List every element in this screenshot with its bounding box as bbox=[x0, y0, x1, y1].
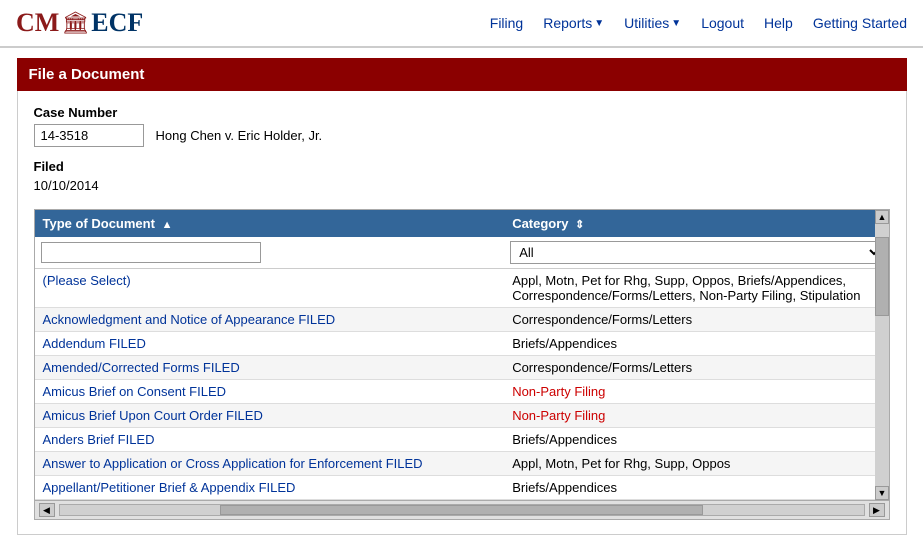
filter-row: All bbox=[35, 237, 889, 269]
table-row: (Please Select) Appl, Motn, Pet for Rhg, … bbox=[35, 269, 889, 308]
scroll-thumb bbox=[220, 505, 702, 515]
doc-type-link[interactable]: (Please Select) bbox=[43, 273, 131, 288]
table-row: Answer to Application or Cross Applicati… bbox=[35, 452, 889, 476]
scroll-down-button[interactable]: ▼ bbox=[875, 486, 889, 500]
doc-type-cell: Amicus Brief Upon Court Order FILED bbox=[35, 404, 505, 428]
right-scroll-thumb bbox=[875, 237, 889, 316]
table-wrapper: Type of Document ▲ Category ⇕ bbox=[35, 210, 889, 500]
nav-logout[interactable]: Logout bbox=[701, 15, 744, 31]
category-select-wrapper: All bbox=[510, 241, 882, 264]
table-row: Appellant/Petitioner Brief & Appendix FI… bbox=[35, 476, 889, 500]
horizontal-scrollbar: ◀ ▶ bbox=[35, 500, 889, 519]
table-row: Amended/Corrected Forms FILED Corresponde… bbox=[35, 356, 889, 380]
doc-category-cell: Correspondence/Forms/Letters bbox=[504, 356, 888, 380]
main-nav: Filing Reports ▼ Utilities ▼ Logout Help… bbox=[490, 15, 907, 31]
nav-filing[interactable]: Filing bbox=[490, 15, 523, 31]
col-type-header[interactable]: Type of Document ▲ bbox=[35, 210, 505, 237]
logo-ecf: ECF bbox=[91, 8, 143, 38]
type-search-input[interactable] bbox=[41, 242, 261, 263]
table-row: Amicus Brief Upon Court Order FILED Non-P… bbox=[35, 404, 889, 428]
filed-section: Filed 10/10/2014 bbox=[34, 159, 890, 193]
col2-sort-icon: ⇕ bbox=[575, 219, 584, 231]
doc-type-link[interactable]: Answer to Application or Cross Applicati… bbox=[43, 456, 423, 471]
case-number-input[interactable] bbox=[34, 124, 144, 147]
doc-type-link[interactable]: Appellant/Petitioner Brief & Appendix FI… bbox=[43, 480, 296, 495]
doc-type-link[interactable]: Amicus Brief on Consent FILED bbox=[43, 384, 227, 399]
nav-getting-started[interactable]: Getting Started bbox=[813, 15, 907, 31]
document-table-container: Type of Document ▲ Category ⇕ bbox=[34, 209, 890, 520]
nav-help[interactable]: Help bbox=[764, 15, 793, 31]
case-number-row: Hong Chen v. Eric Holder, Jr. bbox=[34, 124, 890, 147]
document-table-body: (Please Select) Appl, Motn, Pet for Rhg, … bbox=[35, 269, 889, 500]
logo-icon: 🏛 bbox=[61, 10, 89, 36]
doc-type-cell: Amended/Corrected Forms FILED bbox=[35, 356, 505, 380]
doc-category-cell: Correspondence/Forms/Letters bbox=[504, 308, 888, 332]
case-number-label: Case Number bbox=[34, 105, 890, 120]
filed-label: Filed bbox=[34, 159, 890, 174]
doc-type-link[interactable]: Anders Brief FILED bbox=[43, 432, 155, 447]
doc-category-link[interactable]: Non-Party Filing bbox=[512, 408, 605, 423]
table-row: Acknowledgment and Notice of Appearance … bbox=[35, 308, 889, 332]
right-scrollbar[interactable]: ▲ ▼ bbox=[875, 210, 889, 500]
doc-type-cell: Appellant/Petitioner Brief & Appendix FI… bbox=[35, 476, 505, 500]
logo: CM 🏛 ECF bbox=[16, 8, 143, 38]
scroll-up-button[interactable]: ▲ bbox=[875, 210, 889, 224]
doc-type-link[interactable]: Acknowledgment and Notice of Appearance … bbox=[43, 312, 336, 327]
document-table: Type of Document ▲ Category ⇕ bbox=[35, 210, 889, 500]
scroll-track bbox=[59, 504, 865, 516]
doc-type-cell: Addendum FILED bbox=[35, 332, 505, 356]
content-area: Case Number Hong Chen v. Eric Holder, Jr… bbox=[17, 91, 907, 535]
doc-category-cell: Briefs/Appendices bbox=[504, 428, 888, 452]
col-category-header[interactable]: Category ⇕ bbox=[504, 210, 888, 237]
doc-category-cell: Briefs/Appendices bbox=[504, 476, 888, 500]
table-row: Amicus Brief on Consent FILED Non-Party F… bbox=[35, 380, 889, 404]
case-name: Hong Chen v. Eric Holder, Jr. bbox=[156, 128, 323, 143]
category-select[interactable]: All bbox=[510, 241, 882, 264]
doc-type-cell: Anders Brief FILED bbox=[35, 428, 505, 452]
doc-type-cell: Amicus Brief on Consent FILED bbox=[35, 380, 505, 404]
doc-category-link[interactable]: Non-Party Filing bbox=[512, 384, 605, 399]
doc-type-cell: Acknowledgment and Notice of Appearance … bbox=[35, 308, 505, 332]
doc-category-cell: Appl, Motn, Pet for Rhg, Supp, Oppos, Br… bbox=[504, 269, 888, 308]
doc-type-link[interactable]: Addendum FILED bbox=[43, 336, 146, 351]
scroll-right-button[interactable]: ▶ bbox=[869, 503, 885, 517]
doc-category-cell: Non-Party Filing bbox=[504, 404, 888, 428]
category-filter-cell: All bbox=[504, 237, 888, 269]
right-scroll-track bbox=[875, 224, 889, 486]
page-title: File a Document bbox=[17, 58, 907, 91]
scroll-left-button[interactable]: ◀ bbox=[39, 503, 55, 517]
main-content: File a Document Case Number Hong Chen v.… bbox=[17, 58, 907, 535]
doc-type-cell: Answer to Application or Cross Applicati… bbox=[35, 452, 505, 476]
doc-category-cell: Appl, Motn, Pet for Rhg, Supp, Oppos bbox=[504, 452, 888, 476]
doc-type-cell: (Please Select) bbox=[35, 269, 505, 308]
table-header-row: Type of Document ▲ Category ⇕ bbox=[35, 210, 889, 237]
reports-dropdown-icon: ▼ bbox=[594, 18, 604, 29]
nav-reports[interactable]: Reports ▼ bbox=[543, 15, 604, 31]
logo-cm: CM bbox=[16, 8, 59, 38]
utilities-dropdown-icon: ▼ bbox=[671, 18, 681, 29]
table-row: Anders Brief FILED Briefs/Appendices bbox=[35, 428, 889, 452]
doc-type-link[interactable]: Amended/Corrected Forms FILED bbox=[43, 360, 240, 375]
col1-sort-icon: ▲ bbox=[162, 219, 173, 231]
doc-category-cell: Briefs/Appendices bbox=[504, 332, 888, 356]
header: CM 🏛 ECF Filing Reports ▼ Utilities ▼ Lo… bbox=[0, 0, 923, 48]
nav-utilities[interactable]: Utilities ▼ bbox=[624, 15, 681, 31]
type-filter-cell bbox=[35, 237, 505, 269]
doc-category-cell: Non-Party Filing bbox=[504, 380, 888, 404]
table-row: Addendum FILED Briefs/Appendices bbox=[35, 332, 889, 356]
doc-type-link[interactable]: Amicus Brief Upon Court Order FILED bbox=[43, 408, 263, 423]
filed-date: 10/10/2014 bbox=[34, 178, 890, 193]
